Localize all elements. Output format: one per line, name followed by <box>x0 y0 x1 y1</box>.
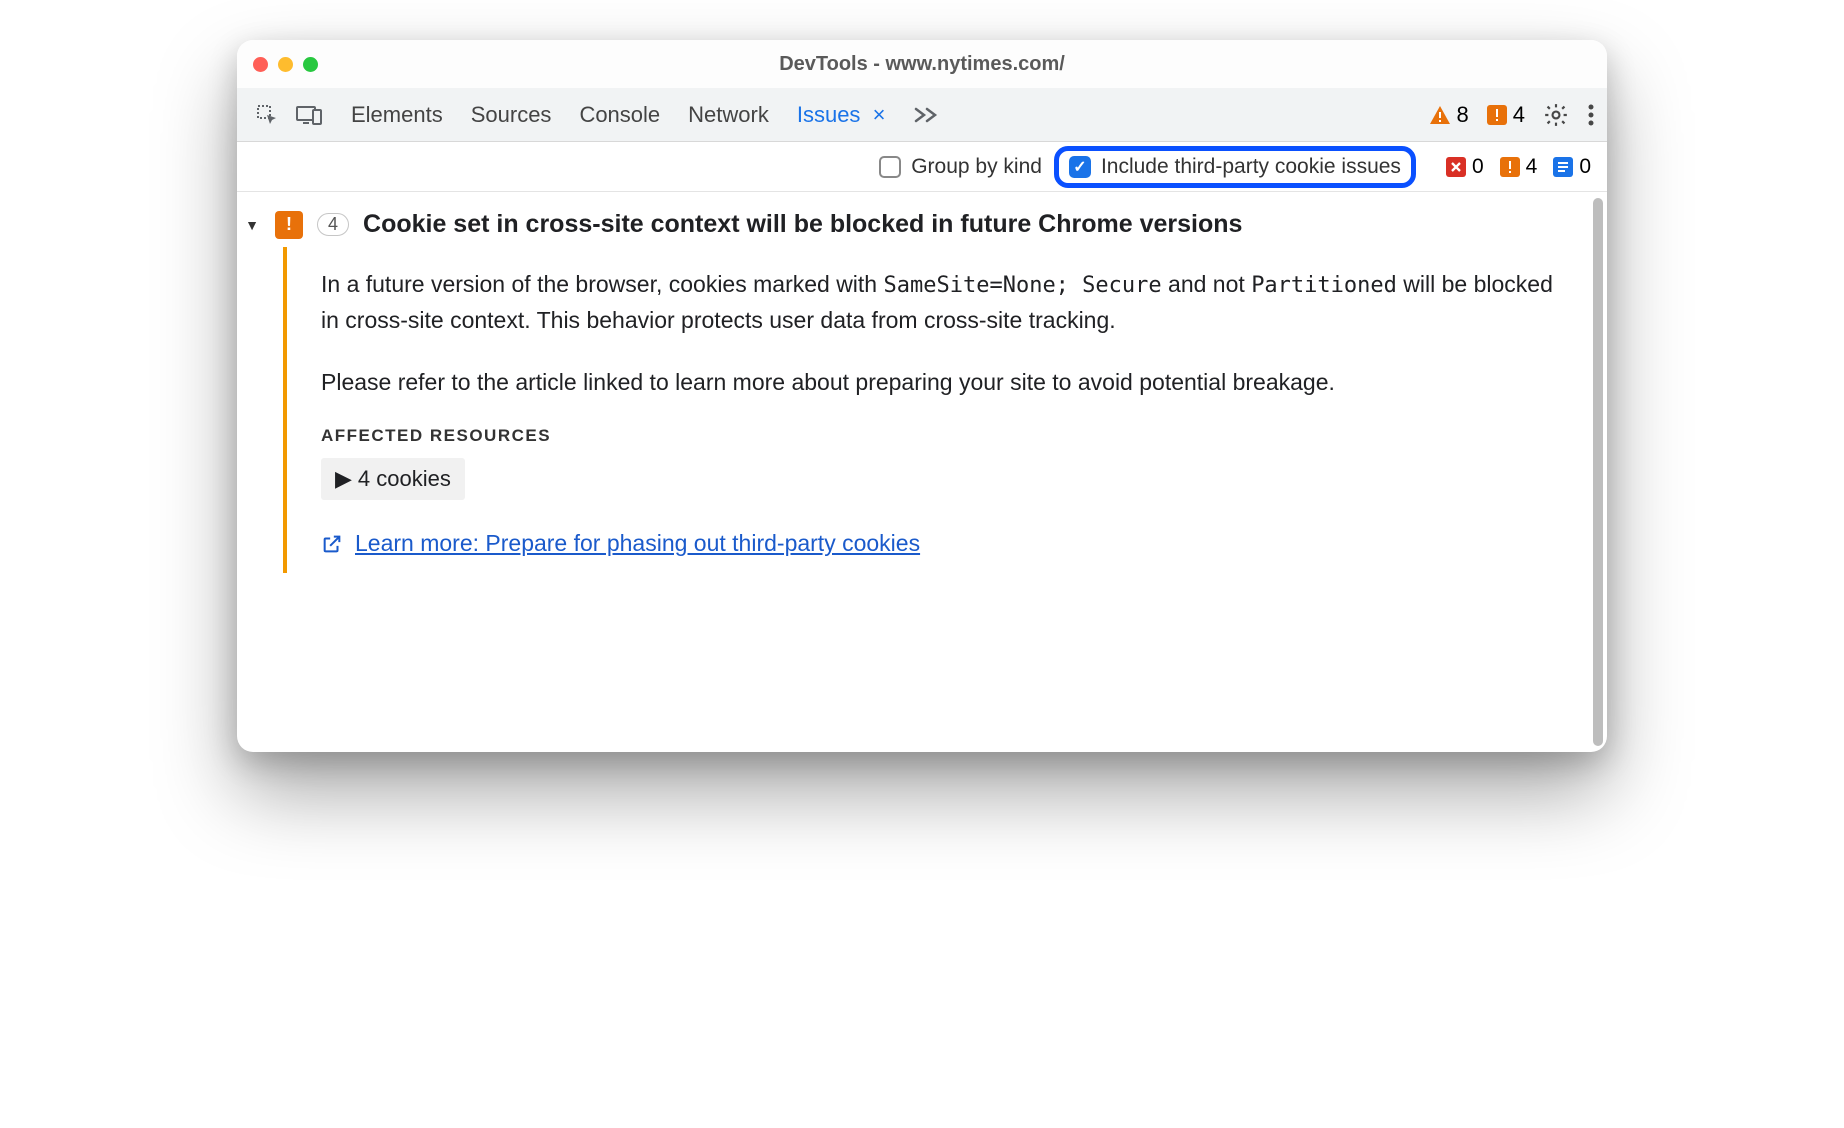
maximize-window-button[interactable] <box>303 57 318 72</box>
minimize-window-button[interactable] <box>278 57 293 72</box>
learn-more-link[interactable]: Learn more: Prepare for phasing out thir… <box>355 530 920 557</box>
titlebar: DevTools - www.nytimes.com/ <box>237 40 1607 88</box>
code-fragment: Partitioned <box>1251 273 1397 298</box>
affected-resources-heading: AFFECTED RESOURCES <box>321 426 1577 446</box>
affected-resource-text: 4 cookies <box>358 466 451 492</box>
close-tab-icon[interactable]: × <box>873 102 886 127</box>
tab-issues[interactable]: Issues × <box>797 102 886 128</box>
affected-resource-item[interactable]: ▶ 4 cookies <box>321 458 465 500</box>
checkbox-checked-icon <box>1069 156 1091 178</box>
improvements-value: 0 <box>1579 155 1591 179</box>
page-error-icon <box>1446 157 1466 177</box>
checkbox-icon <box>879 156 901 178</box>
tab-issues-label: Issues <box>797 102 861 127</box>
group-by-kind-label: Group by kind <box>911 155 1042 179</box>
issue-title: Cookie set in cross-site context will be… <box>363 210 1242 239</box>
issue-description-1: In a future version of the browser, cook… <box>321 267 1577 339</box>
issues-count-value: 4 <box>1513 102 1525 128</box>
text-fragment: In a future version of the browser, cook… <box>321 271 884 297</box>
group-by-kind-checkbox[interactable]: Group by kind <box>879 155 1042 179</box>
breaking-changes-value: 4 <box>1526 155 1538 179</box>
traffic-lights <box>253 57 318 72</box>
issue-square-icon <box>1487 105 1507 125</box>
tab-network[interactable]: Network <box>688 102 769 128</box>
text-fragment: and not <box>1162 271 1252 297</box>
issues-count[interactable]: 4 <box>1487 102 1525 128</box>
issue-body: In a future version of the browser, cook… <box>283 247 1607 573</box>
warnings-count-value: 8 <box>1457 102 1469 128</box>
issue-severity-icon: ! <box>275 211 303 239</box>
panel-tabs: Elements Sources Console Network Issues … <box>351 102 939 128</box>
tab-elements[interactable]: Elements <box>351 102 443 128</box>
devtools-window: DevTools - www.nytimes.com/ Elements Sou… <box>237 40 1607 752</box>
learn-more-row: Learn more: Prepare for phasing out thir… <box>321 530 1577 557</box>
close-window-button[interactable] <box>253 57 268 72</box>
breaking-change-icon <box>1500 157 1520 177</box>
breaking-changes-count[interactable]: 4 <box>1500 155 1538 179</box>
issue-kind-counts: 0 4 0 <box>1446 155 1591 179</box>
include-third-party-checkbox[interactable]: Include third-party cookie issues <box>1069 155 1401 179</box>
issue-occurrence-count: 4 <box>317 213 349 236</box>
issues-panel: ▼ ! 4 Cookie set in cross-site context w… <box>237 192 1607 752</box>
issue-description-2: Please refer to the article linked to le… <box>321 365 1577 401</box>
page-errors-value: 0 <box>1472 155 1484 179</box>
more-tabs-icon[interactable] <box>913 105 939 125</box>
inspect-element-icon[interactable] <box>249 97 285 133</box>
improvements-count[interactable]: 0 <box>1553 155 1591 179</box>
more-menu-icon[interactable] <box>1587 103 1595 127</box>
disclosure-right-icon: ▶ <box>335 466 352 492</box>
tab-sources[interactable]: Sources <box>471 102 552 128</box>
issues-list: ▼ ! 4 Cookie set in cross-site context w… <box>237 192 1607 752</box>
include-third-party-label: Include third-party cookie issues <box>1101 155 1401 179</box>
device-toolbar-icon[interactable] <box>291 97 327 133</box>
issue-header-row[interactable]: ▼ ! 4 Cookie set in cross-site context w… <box>237 202 1607 247</box>
disclosure-triangle-icon[interactable]: ▼ <box>243 217 261 233</box>
warnings-count[interactable]: 8 <box>1429 102 1469 128</box>
issues-filter-bar: Group by kind Include third-party cookie… <box>237 142 1607 192</box>
toolbar-right: 8 4 <box>1429 102 1596 128</box>
window-title: DevTools - www.nytimes.com/ <box>779 53 1065 76</box>
code-fragment: SameSite=None; Secure <box>884 273 1162 298</box>
main-toolbar: Elements Sources Console Network Issues … <box>237 88 1607 142</box>
scrollbar[interactable] <box>1593 198 1603 746</box>
tab-console[interactable]: Console <box>579 102 660 128</box>
page-errors-count[interactable]: 0 <box>1446 155 1484 179</box>
improvement-icon <box>1553 157 1573 177</box>
settings-gear-icon[interactable] <box>1543 102 1569 128</box>
warning-triangle-icon <box>1429 105 1451 125</box>
external-link-icon <box>321 533 343 555</box>
highlight-annotation: Include third-party cookie issues <box>1054 146 1416 188</box>
